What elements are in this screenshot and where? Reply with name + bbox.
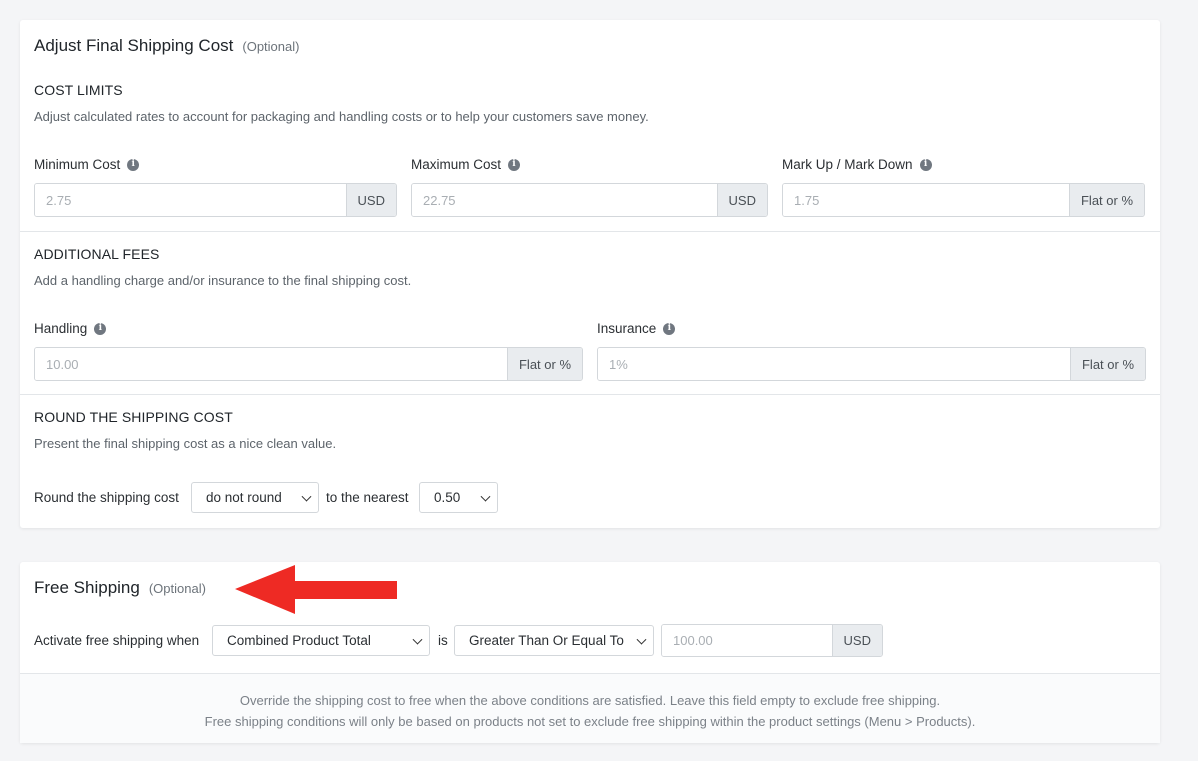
optional-label: (Optional) xyxy=(242,39,300,54)
handling-label: Handling i xyxy=(34,321,107,336)
free-operator-value: Greater Than Or Equal To xyxy=(469,633,624,648)
rounding-description: Present the final shipping cost as a nic… xyxy=(34,436,337,451)
free-shipping-note: Override the shipping cost to free when … xyxy=(20,673,1160,743)
free-condition-select[interactable]: Combined Product Total xyxy=(212,625,430,656)
free-title: Free Shipping xyxy=(34,578,140,597)
red-arrow-annotation xyxy=(235,565,397,614)
round-nearest-select[interactable]: 0.50 xyxy=(419,482,498,513)
card-title-adjust: Adjust Final Shipping Cost (Optional) xyxy=(34,36,299,56)
info-icon[interactable]: i xyxy=(127,158,140,171)
optional-label: (Optional) xyxy=(148,581,206,596)
free-amount-input[interactable] xyxy=(662,625,832,656)
maximum-cost-addon: USD xyxy=(716,184,767,216)
info-icon[interactable]: i xyxy=(508,158,521,171)
info-icon[interactable]: i xyxy=(94,322,107,335)
markup-input[interactable] xyxy=(783,184,1069,216)
insurance-group: Flat or % xyxy=(597,347,1146,381)
info-icon[interactable]: i xyxy=(663,322,676,335)
cost-limits-description: Adjust calculated rates to account for p… xyxy=(34,109,649,124)
maximum-cost-label-text: Maximum Cost xyxy=(411,157,502,172)
maximum-cost-label: Maximum Cost i xyxy=(411,157,521,172)
free-note-line-1: Override the shipping cost to free when … xyxy=(239,693,941,708)
free-amount-group: USD xyxy=(661,624,883,657)
insurance-addon: Flat or % xyxy=(1069,348,1145,380)
free-condition-value: Combined Product Total xyxy=(227,633,371,648)
info-icon[interactable]: i xyxy=(919,158,932,171)
free-note-line-2: Free shipping conditions will only be ba… xyxy=(204,714,976,729)
card-title-free: Free Shipping (Optional) xyxy=(34,578,206,598)
minimum-cost-group: USD xyxy=(34,183,397,217)
is-label: is xyxy=(438,633,448,648)
free-amount-addon: USD xyxy=(831,625,882,656)
additional-fees-description: Add a handling charge and/or insurance t… xyxy=(34,273,412,288)
maximum-cost-group: USD xyxy=(411,183,768,217)
handling-input[interactable] xyxy=(35,348,507,380)
chevron-down-icon xyxy=(412,634,423,645)
insurance-label-text: Insurance xyxy=(597,321,657,336)
chevron-down-icon xyxy=(301,491,312,502)
adjust-shipping-card: Adjust Final Shipping Cost (Optional) COS… xyxy=(20,20,1160,528)
markup-group: Flat or % xyxy=(782,183,1145,217)
markup-label: Mark Up / Mark Down i xyxy=(782,157,932,172)
minimum-cost-label-text: Minimum Cost xyxy=(34,157,121,172)
cost-limits-heading: COST LIMITS xyxy=(34,82,123,98)
round-mode-select[interactable]: do not round xyxy=(191,482,319,513)
section-divider xyxy=(20,231,1160,232)
maximum-cost-input[interactable] xyxy=(412,184,717,216)
markup-addon: Flat or % xyxy=(1068,184,1144,216)
minimum-cost-label: Minimum Cost i xyxy=(34,157,140,172)
rounding-heading: ROUND THE SHIPPING COST xyxy=(34,409,233,425)
minimum-cost-input[interactable] xyxy=(35,184,346,216)
free-shipping-card: Free Shipping (Optional) Activate free sh… xyxy=(20,562,1160,743)
section-divider xyxy=(20,394,1160,395)
nearest-label: to the nearest xyxy=(326,490,409,505)
round-mode-value: do not round xyxy=(206,490,282,505)
free-operator-select[interactable]: Greater Than Or Equal To xyxy=(454,625,654,656)
chevron-down-icon xyxy=(480,491,491,502)
handling-label-text: Handling xyxy=(34,321,88,336)
minimum-cost-addon: USD xyxy=(345,184,396,216)
additional-fees-heading: ADDITIONAL FEES xyxy=(34,246,160,262)
adjust-title: Adjust Final Shipping Cost xyxy=(34,36,234,55)
round-nearest-value: 0.50 xyxy=(434,490,461,505)
chevron-down-icon xyxy=(636,634,647,645)
insurance-label: Insurance i xyxy=(597,321,676,336)
handling-group: Flat or % xyxy=(34,347,583,381)
activate-label: Activate free shipping when xyxy=(34,633,200,648)
insurance-input[interactable] xyxy=(598,348,1070,380)
handling-addon: Flat or % xyxy=(506,348,582,380)
round-label: Round the shipping cost xyxy=(34,490,179,505)
markup-label-text: Mark Up / Mark Down xyxy=(782,157,913,172)
